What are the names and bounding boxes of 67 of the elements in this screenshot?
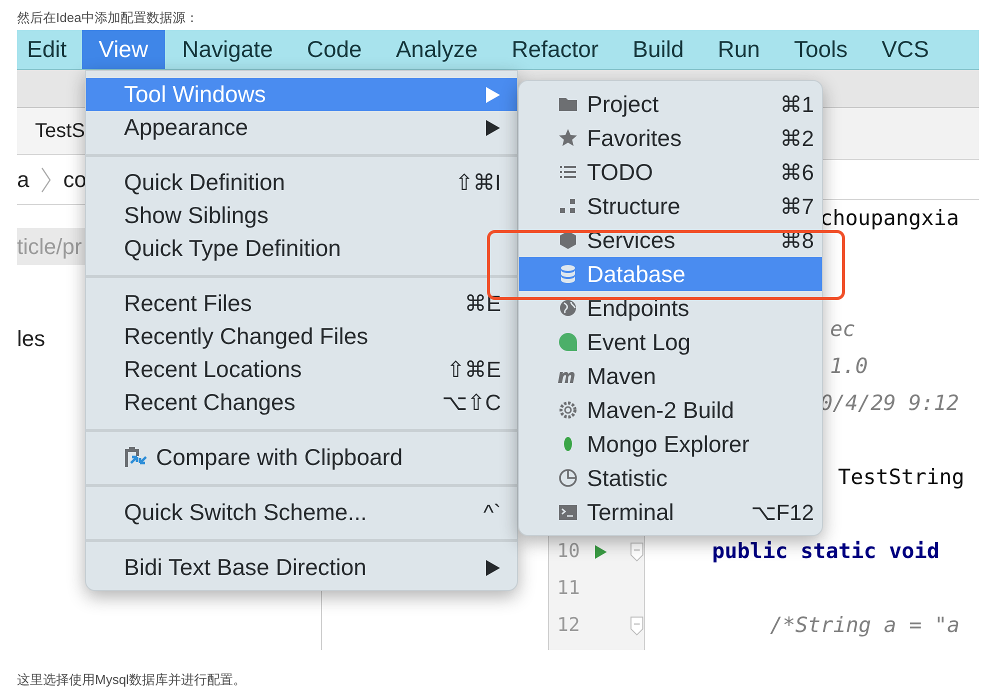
menu-item[interactable]: Favorites ⌘2 (519, 121, 822, 155)
shortcut-text: ⇧⌘E (446, 356, 501, 384)
code-line: choupangxia (820, 204, 960, 232)
menu-item[interactable]: Recent Locations ⇧⌘E (86, 353, 517, 386)
menu-item[interactable]: Project ⌘1 (519, 87, 822, 121)
menu-item[interactable]: Quick Definition ⇧⌘I (86, 166, 517, 199)
menu-item[interactable]: Quick Switch Scheme... ^` (86, 496, 517, 529)
shortcut-text: ⌥F12 (751, 498, 814, 526)
menu-item[interactable]: Statistic (519, 461, 822, 495)
shortcut-text: ⌘1 (780, 90, 814, 118)
menu-bar-item[interactable]: Analyze (378, 30, 495, 69)
menu-item[interactable]: Maven-2 Build (519, 393, 822, 427)
speech-bubble-icon (557, 331, 579, 353)
shortcut-text: ^` (483, 499, 501, 527)
menu-bar-item[interactable]: Tools (776, 30, 865, 69)
code-line: TestString (838, 464, 964, 491)
code-line: public static void (712, 538, 940, 565)
menu-item[interactable]: Recent Changes ⌥⇧C (86, 386, 517, 419)
menu-bar-item[interactable]: View (82, 30, 166, 69)
menu-item[interactable]: Structure ⌘7 (519, 189, 822, 223)
fold-icon[interactable] (630, 542, 644, 562)
line-number: 12 (557, 613, 581, 638)
shortcut-text: ⇧⌘I (454, 169, 501, 197)
code-line: 1.0 (830, 352, 868, 380)
shortcut-text: ⌘6 (780, 158, 814, 186)
menu-item[interactable]: Recent Files ⌘E (86, 287, 517, 320)
line-number: 11 (557, 576, 581, 602)
menu-bar-item[interactable]: Navigate (165, 30, 290, 69)
menu-item[interactable]: Event Log (519, 325, 822, 359)
fold-icon[interactable] (630, 616, 644, 636)
run-icon[interactable] (594, 544, 608, 560)
breadcrumb-item[interactable]: co (63, 163, 86, 196)
shortcut-text: ⌥⇧C (442, 389, 501, 417)
menu-item[interactable]: Recently Changed Files (86, 320, 517, 353)
menu-item[interactable]: TODO ⌘6 (519, 155, 822, 189)
shortcut-text: ⌘7 (780, 192, 814, 220)
menu-bar-item[interactable]: Refactor (494, 30, 616, 69)
gear-icon (557, 399, 579, 421)
menu-bar-item[interactable]: Code (290, 30, 379, 69)
star-icon (557, 127, 579, 149)
line-number: 10 (557, 539, 581, 564)
code-line: ec (830, 316, 856, 343)
menu-bar-item[interactable]: Edit (17, 30, 82, 69)
chevron-icon (41, 166, 52, 192)
code-line: /*String a = "a (770, 612, 960, 639)
shortcut-text: ⌘E (464, 290, 501, 318)
path-text: ticle/pr (17, 233, 82, 261)
menu-item[interactable]: Quick Type Definition (86, 232, 517, 265)
menu-item[interactable]: Mongo Explorer (519, 427, 822, 461)
menu-item[interactable]: Bidi Text Base Direction (86, 551, 517, 584)
file-tab[interactable]: TestS (35, 116, 86, 146)
menu-item[interactable]: Terminal ⌥F12 (519, 495, 822, 529)
menu-item[interactable]: Compare with Clipboard (86, 441, 517, 474)
menu-item[interactable]: Show Siblings (86, 199, 517, 232)
intro-text: 然后在Idea中添加配置数据源： (17, 9, 200, 27)
menu-bar-item[interactable]: VCS (864, 30, 946, 69)
outro-text: 这里选择使用Mysql数据库并进行配置。 (17, 671, 247, 689)
menu-item[interactable]: Maven (519, 359, 822, 393)
breadcrumb-item[interactable]: a (17, 163, 30, 196)
menu-item[interactable]: Appearance (86, 111, 517, 144)
pie-icon (557, 467, 579, 489)
menu-bar-item[interactable]: Run (700, 30, 777, 69)
menu-bar-item[interactable]: Build (616, 30, 701, 69)
menu-item[interactable]: Endpoints (519, 291, 822, 325)
globe-icon (557, 297, 579, 319)
shortcut-text: ⌘2 (780, 124, 814, 152)
list-text: les (17, 325, 46, 353)
